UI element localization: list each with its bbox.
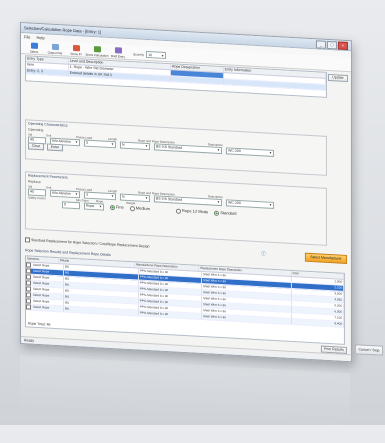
cell: Entry: 2, 3 <box>25 68 69 76</box>
value: Rope 12 Mode <box>181 208 209 215</box>
value: Fine <box>115 204 124 210</box>
check-label: Standard Replacement for Rope Selection … <box>30 238 150 249</box>
chevron-down-icon: ▼ <box>268 202 272 207</box>
chevron-down-icon: ▼ <box>110 194 114 199</box>
chevron-down-icon: ▼ <box>161 53 165 58</box>
cell: Select Rope <box>31 304 65 312</box>
list-icon <box>114 47 122 54</box>
quantity-value: 10 <box>148 52 153 57</box>
radio-icon <box>129 205 135 212</box>
chevron-down-icon: ▼ <box>216 199 220 204</box>
chevron-down-icon: ▼ <box>75 192 78 197</box>
operating-group: Operating Characteristics Operating Val … <box>24 119 327 176</box>
value: Medium <box>135 205 150 212</box>
total-label: Rope Total: 46 <box>27 321 51 327</box>
select-manufacturer-button[interactable]: Select Manufacturer <box>304 252 347 264</box>
status-text: Ready <box>23 338 35 343</box>
checkbox-icon[interactable] <box>25 280 31 286</box>
radio-icon <box>175 208 181 214</box>
checkbox-icon <box>24 237 30 243</box>
value: 3 <box>85 140 88 145</box>
menu-help[interactable]: Help <box>36 34 44 39</box>
checkbox-icon[interactable] <box>25 286 31 292</box>
menu-file[interactable]: File <box>24 34 30 39</box>
close-button[interactable]: × <box>337 40 348 50</box>
value: WC-200 <box>227 148 241 154</box>
checkbox-icon[interactable] <box>25 262 31 268</box>
chevron-down-icon: ▼ <box>144 195 148 201</box>
chevron-down-icon: ▼ <box>75 140 78 145</box>
value: 5 <box>63 202 66 207</box>
scene: Selection/Calculation Rope Data - [Entry… <box>0 0 385 443</box>
radio-icon <box>214 210 220 216</box>
toolbar-label: Select <box>29 49 39 54</box>
min-diam-select[interactable]: Rope ▼ <box>83 202 104 211</box>
value: N <box>121 142 125 147</box>
chevron-down-icon: ▼ <box>268 150 272 155</box>
quantity-label: Quantity <box>132 51 145 57</box>
radio-icon <box>109 204 115 210</box>
value: 3 <box>85 192 88 197</box>
replacement-group: Replacement Parameters Replace Val Unit … <box>24 171 327 246</box>
toolbar-label: Brief Entry <box>110 54 125 59</box>
quantity-group: Quantity 10 ▼ <box>132 50 167 60</box>
toolbar-output[interactable]: Output File <box>45 43 65 55</box>
toolbar-brief[interactable]: Brief Entry <box>108 47 128 59</box>
checkbox-icon[interactable] <box>25 304 31 310</box>
chart-icon <box>72 44 80 52</box>
checkbox-icon[interactable] <box>25 268 31 274</box>
clear-button[interactable]: Clear <box>27 141 44 150</box>
chevron-down-icon: ▼ <box>144 143 148 149</box>
info-icon[interactable]: ⓘ <box>261 250 266 257</box>
checkbox-icon[interactable] <box>25 298 31 304</box>
value: BS 9 B Standard <box>155 196 183 202</box>
window-reflection <box>20 355 350 443</box>
safety-factor-field[interactable]: 5 <box>61 200 80 209</box>
chevron-down-icon: ▼ <box>98 204 102 209</box>
value: WC-200 <box>227 200 241 206</box>
standard-option[interactable]: Standard <box>214 210 236 217</box>
chevron-down-icon: ▼ <box>110 142 114 147</box>
weight-medium-option[interactable]: Medium <box>129 205 150 212</box>
cancel-button[interactable]: Cancel / Stop <box>355 344 383 356</box>
app-window: Selection/Calculation Rope Data - [Entry… <box>20 22 352 363</box>
chevron-down-icon: ▼ <box>216 147 220 152</box>
maximize-button[interactable]: □ <box>326 40 337 49</box>
toolbar-label: Show Calculation <box>85 52 109 58</box>
value: Rope <box>85 203 95 209</box>
toolbar-calc[interactable]: Show Calculation <box>85 46 109 58</box>
minimize-button[interactable]: _ <box>315 39 326 49</box>
toolbar-show-pt[interactable]: Show Pt <box>66 44 86 57</box>
value: Standard <box>220 210 237 217</box>
toolbar-label: Output File <box>47 50 63 56</box>
toolbar-label: Show Pt <box>70 51 82 57</box>
value: BS 9 B Standard <box>155 144 183 150</box>
select-icon <box>30 42 38 49</box>
value: N <box>121 194 125 199</box>
enter-button[interactable]: Enter <box>46 142 63 151</box>
toolbar-select[interactable]: Select <box>24 42 44 54</box>
rope-mode-option[interactable]: Rope 12 Mode <box>175 208 209 215</box>
document-icon <box>51 43 59 51</box>
quantity-select[interactable]: 10 ▼ <box>146 50 167 60</box>
checkbox-icon[interactable] <box>25 292 31 298</box>
rope-fine-option[interactable]: Fine <box>109 204 124 210</box>
results-grid: Selection Details Manufacturer Rope Desc… <box>24 255 345 345</box>
checkbox-icon[interactable] <box>25 274 31 280</box>
value: 45 <box>29 189 34 194</box>
update-button[interactable]: Update <box>327 73 348 83</box>
calc-icon <box>93 46 101 53</box>
value: Kilo-Newton <box>51 190 71 196</box>
